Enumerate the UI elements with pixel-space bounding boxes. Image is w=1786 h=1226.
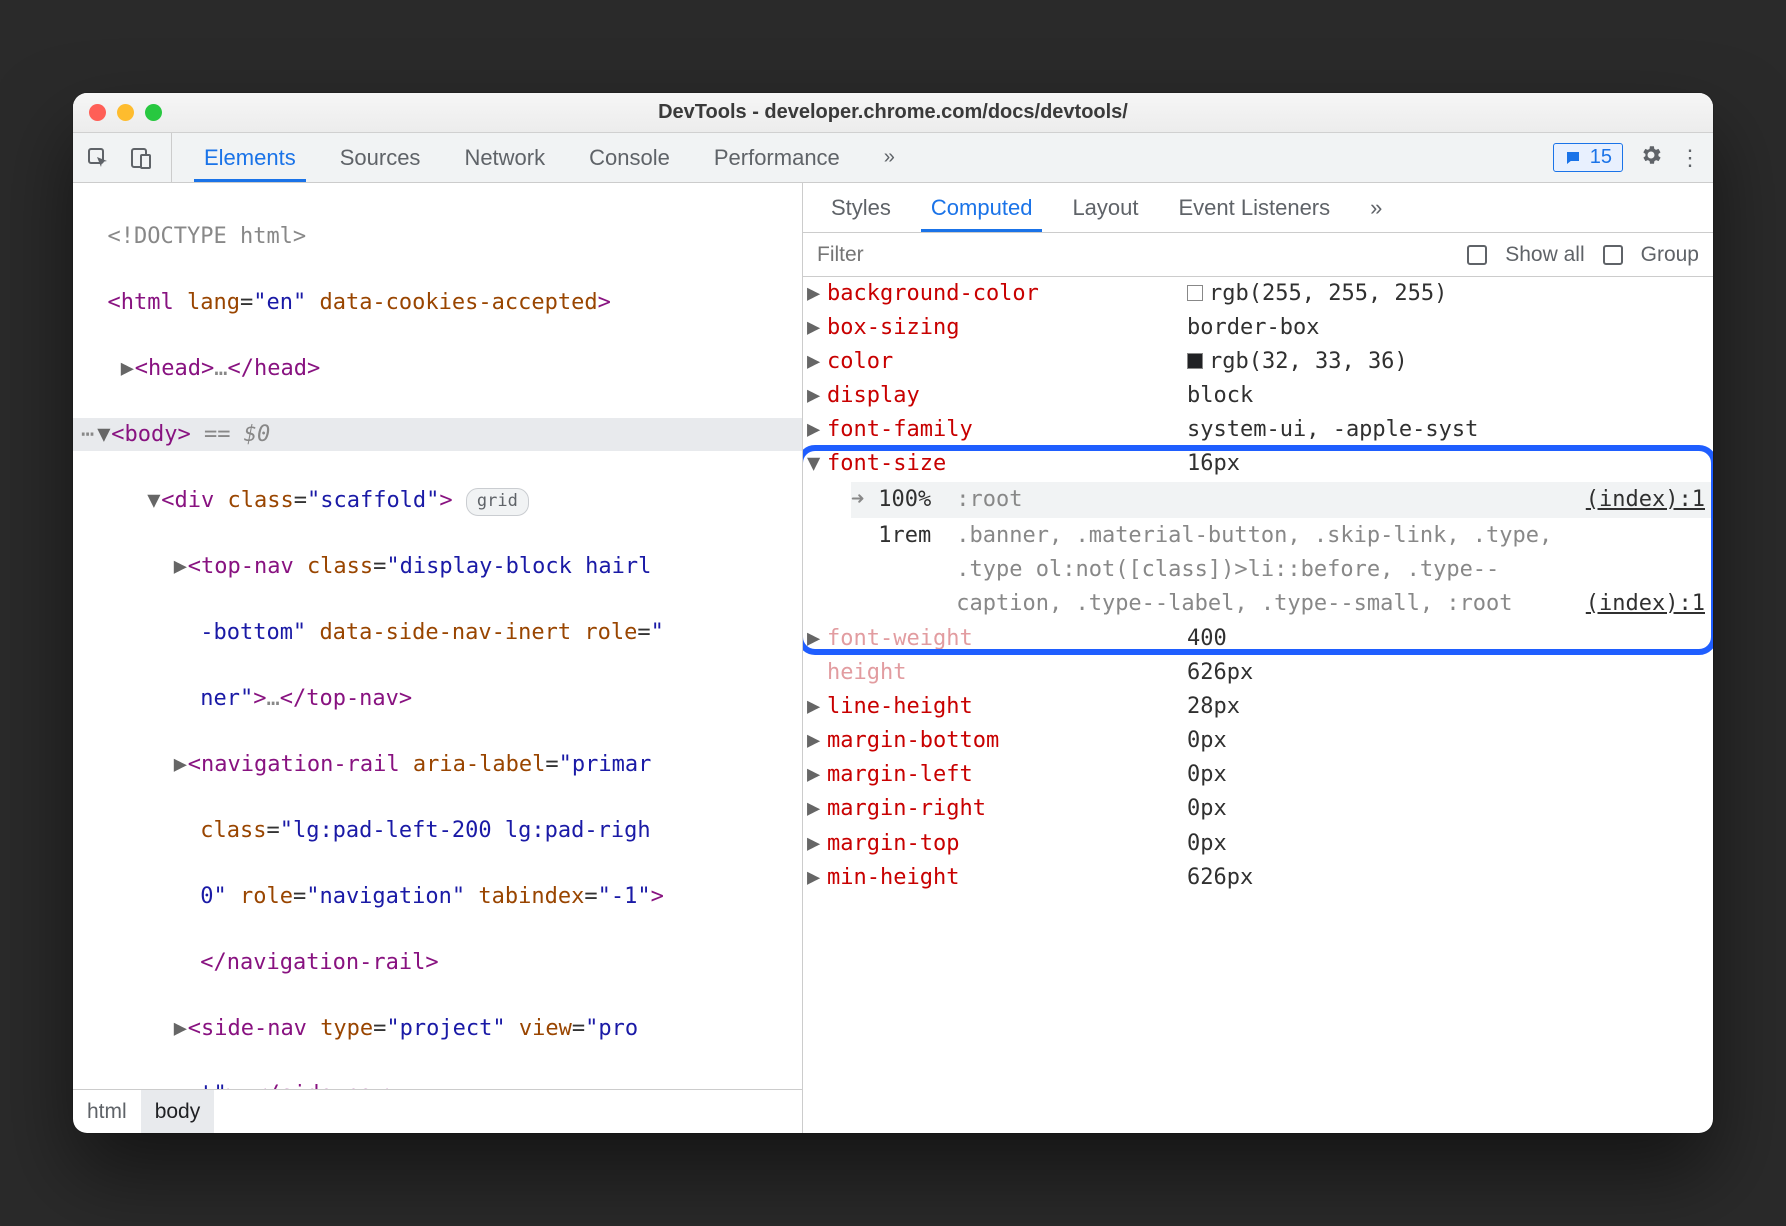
doctype-node: <!DOCTYPE html> [108,224,307,249]
devtools-window: DevTools - developer.chrome.com/docs/dev… [73,93,1713,1133]
minimize-window-button[interactable] [117,104,134,121]
elements-panel: <!DOCTYPE html> <html lang="en" data-coo… [73,183,803,1133]
prop-row: ▶font-familysystem-ui, -apple-syst [803,413,1713,447]
prop-row: height626px [803,656,1713,690]
window-title: DevTools - developer.chrome.com/docs/dev… [73,101,1713,124]
traffic-lights [89,104,162,121]
prop-row: ▶colorrgb(32, 33, 36) [803,345,1713,379]
subtab-layout[interactable]: Layout [1052,183,1158,232]
prop-row: ▶box-sizingborder-box [803,311,1713,345]
prop-row: ▶margin-top0px [803,827,1713,861]
content-area: <!DOCTYPE html> <html lang="en" data-coo… [73,183,1713,1133]
tab-sources[interactable]: Sources [318,133,443,182]
cascade-entry[interactable]: ➜ 100% :root (index):1 [851,482,1713,518]
computed-properties[interactable]: ▶background-colorrgb(255, 255, 255) ▶box… [803,277,1713,1133]
tab-network[interactable]: Network [442,133,567,182]
crumb-body[interactable]: body [141,1090,215,1133]
cascade-entry[interactable]: ➜ 1rem .banner, .material-button, .skip-… [851,518,1713,622]
subtab-event-listeners[interactable]: Event Listeners [1159,183,1351,232]
prop-row: ▶font-weight400 [803,622,1713,656]
prop-row: ▶min-height626px [803,861,1713,895]
subtab-computed[interactable]: Computed [911,183,1053,232]
prop-row: ▶margin-left0px [803,758,1713,792]
tabs-overflow-icon[interactable]: » [862,133,917,182]
breadcrumb: html body [73,1089,802,1133]
filter-input[interactable] [817,243,997,267]
layout-pill-grid[interactable]: grid [466,488,529,516]
prop-row: ▶line-height28px [803,690,1713,724]
sidebar-tabs: Styles Computed Layout Event Listeners » [803,183,1713,233]
group-label: Group [1641,243,1699,267]
show-all-checkbox[interactable] [1467,245,1487,265]
issues-badge[interactable]: 15 [1553,143,1623,172]
message-icon [1564,149,1582,167]
prop-row: ▶background-colorrgb(255, 255, 255) [803,277,1713,311]
dom-tree[interactable]: <!DOCTYPE html> <html lang="en" data-coo… [73,183,802,1089]
source-link[interactable]: (index):1 [1586,483,1705,517]
main-tabs: Elements Sources Network Console Perform… [182,133,917,182]
window-titlebar: DevTools - developer.chrome.com/docs/dev… [73,93,1713,133]
issues-count: 15 [1590,146,1612,169]
font-size-cascade: ➜ 100% :root (index):1 ➜ 1rem .banner, .… [803,482,1713,622]
subtab-styles[interactable]: Styles [811,183,911,232]
more-menu-icon[interactable]: ⋮ [1679,145,1701,171]
tab-elements[interactable]: Elements [182,133,318,182]
close-window-button[interactable] [89,104,106,121]
tab-console[interactable]: Console [567,133,692,182]
tab-performance[interactable]: Performance [692,133,862,182]
filter-row: Show all Group [803,233,1713,277]
prop-row: ▶displayblock [803,379,1713,413]
source-link[interactable]: (index):1 [1586,587,1705,621]
device-toggle-icon[interactable] [127,145,153,171]
selected-node-body[interactable]: ⋯▼<body> == $0 [73,418,802,451]
prop-row: ▶margin-right0px [803,792,1713,826]
group-checkbox[interactable] [1603,245,1623,265]
styles-sidebar: Styles Computed Layout Event Listeners »… [803,183,1713,1133]
inspect-icon[interactable] [85,145,111,171]
show-all-label: Show all [1505,243,1584,267]
prop-row: ▶margin-bottom0px [803,724,1713,758]
zoom-window-button[interactable] [145,104,162,121]
settings-gear-icon[interactable] [1639,143,1663,173]
main-toolbar: Elements Sources Network Console Perform… [73,133,1713,183]
goto-arrow-icon[interactable]: ➜ [851,483,864,517]
subtabs-overflow-icon[interactable]: » [1350,183,1402,232]
prop-row-font-size: ▼font-size16px [803,447,1713,481]
crumb-html[interactable]: html [73,1090,141,1133]
